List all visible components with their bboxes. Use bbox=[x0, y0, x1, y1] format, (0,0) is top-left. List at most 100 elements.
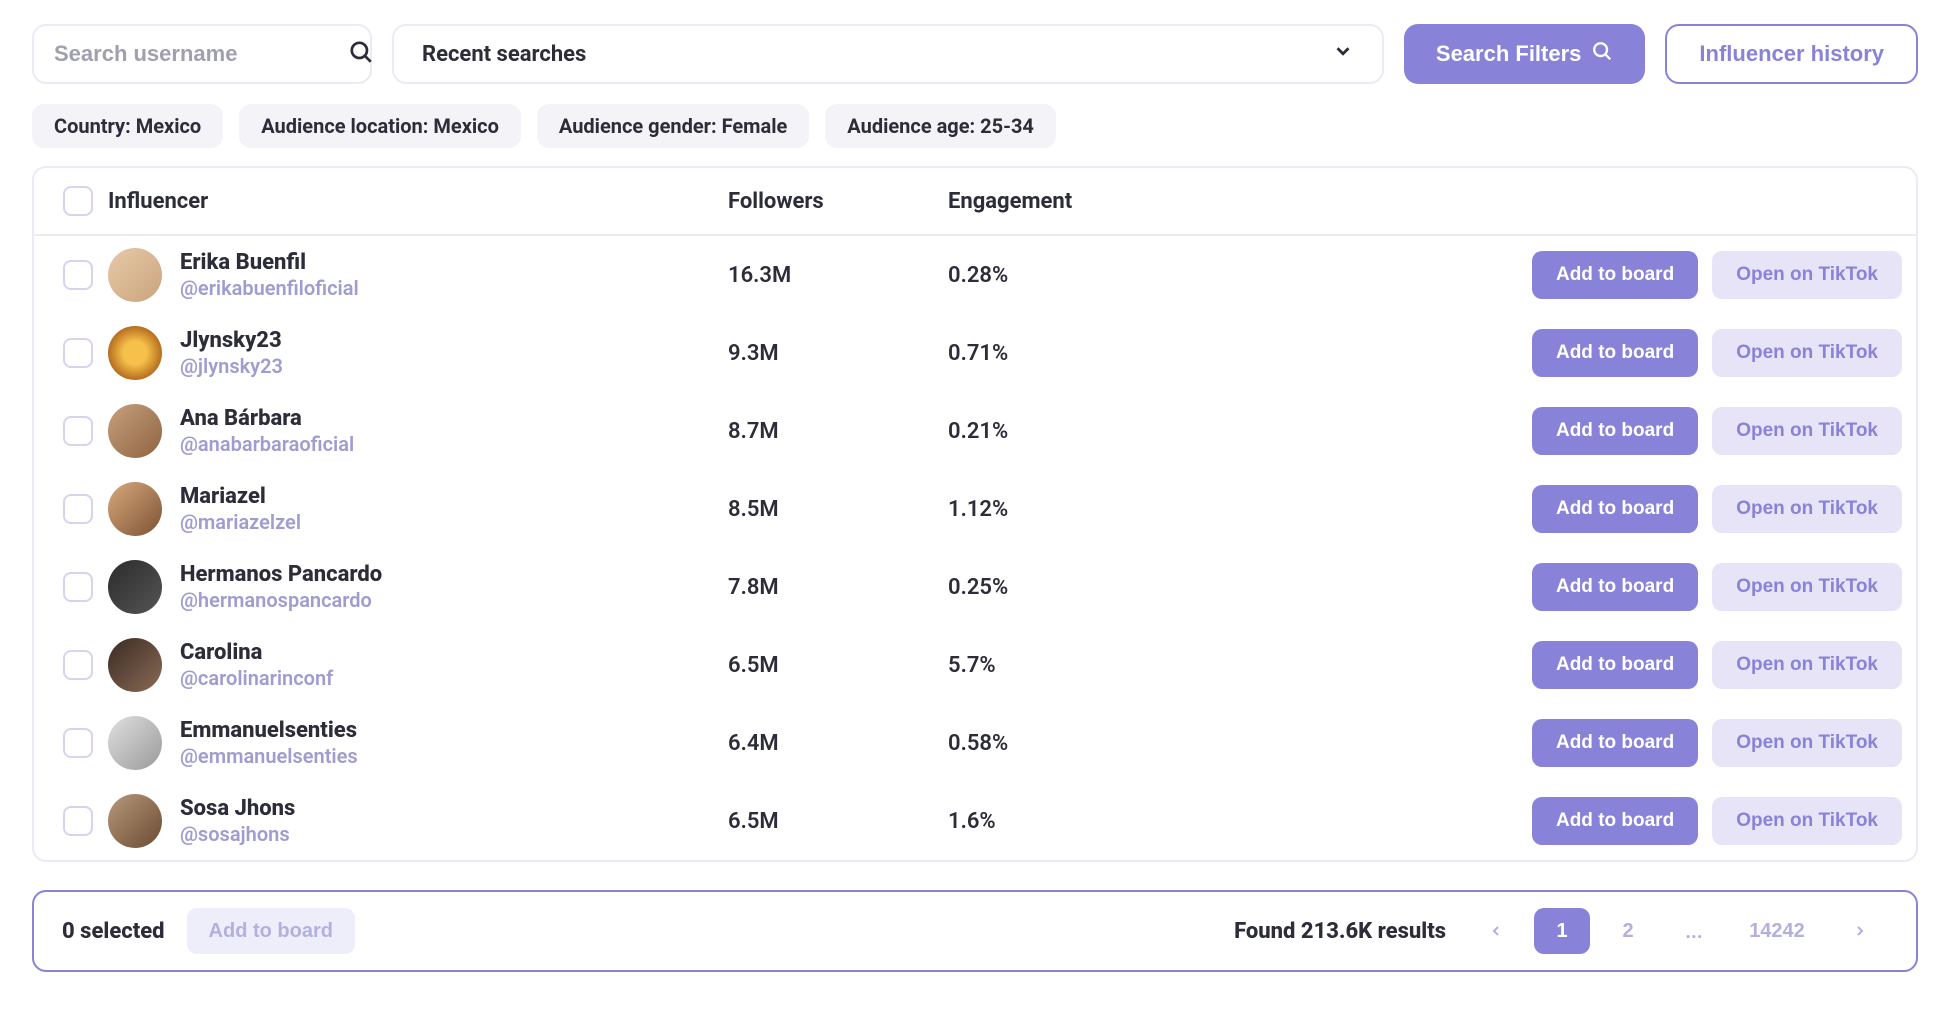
followers-value: 8.5M bbox=[728, 497, 948, 522]
add-to-board-button[interactable]: Add to board bbox=[1532, 797, 1698, 845]
avatar bbox=[108, 560, 162, 614]
open-on-tiktok-button[interactable]: Open on TikTok bbox=[1712, 563, 1902, 611]
open-on-tiktok-button[interactable]: Open on TikTok bbox=[1712, 797, 1902, 845]
influencer-name: Jlynsky23 bbox=[180, 328, 283, 354]
avatar bbox=[108, 482, 162, 536]
pager-page-2[interactable]: 2 bbox=[1600, 908, 1656, 954]
followers-value: 6.5M bbox=[728, 653, 948, 678]
engagement-value: 0.21% bbox=[948, 419, 1248, 444]
row-checkbox[interactable] bbox=[63, 650, 93, 680]
open-on-tiktok-button[interactable]: Open on TikTok bbox=[1712, 407, 1902, 455]
influencer-cell[interactable]: Erika Buenfil@erikabuenfiloficial bbox=[108, 248, 728, 302]
open-on-tiktok-button[interactable]: Open on TikTok bbox=[1712, 719, 1902, 767]
row-checkbox[interactable] bbox=[63, 416, 93, 446]
influencer-cell[interactable]: Mariazel@mariazelzel bbox=[108, 482, 728, 536]
add-to-board-button[interactable]: Add to board bbox=[1532, 251, 1698, 299]
open-on-tiktok-button[interactable]: Open on TikTok bbox=[1712, 485, 1902, 533]
add-to-board-button[interactable]: Add to board bbox=[1532, 407, 1698, 455]
table-row: Carolina@carolinarinconf6.5M5.7%Add to b… bbox=[34, 626, 1916, 704]
table-row: Emmanuelsenties@emmanuelsenties6.4M0.58%… bbox=[34, 704, 1916, 782]
influencer-handle: @erikabuenfiloficial bbox=[180, 276, 359, 300]
influencer-name: Ana Bárbara bbox=[180, 406, 354, 432]
filter-chips: Country: Mexico Audience location: Mexic… bbox=[32, 104, 1918, 148]
add-to-board-button[interactable]: Add to board bbox=[1532, 641, 1698, 689]
followers-value: 8.7M bbox=[728, 419, 948, 444]
influencer-cell[interactable]: Carolina@carolinarinconf bbox=[108, 638, 728, 692]
filter-chip-audience-location[interactable]: Audience location: Mexico bbox=[239, 104, 521, 148]
add-to-board-button[interactable]: Add to board bbox=[1532, 485, 1698, 533]
pagination: 1 2 ... 14242 bbox=[1468, 908, 1888, 954]
col-engagement: Engagement bbox=[948, 189, 1248, 214]
influencer-name: Emmanuelsenties bbox=[180, 718, 358, 744]
influencer-handle: @carolinarinconf bbox=[180, 666, 333, 690]
row-checkbox[interactable] bbox=[63, 260, 93, 290]
engagement-value: 0.71% bbox=[948, 341, 1248, 366]
influencer-cell[interactable]: Emmanuelsenties@emmanuelsenties bbox=[108, 716, 728, 770]
search-filters-label: Search Filters bbox=[1436, 41, 1582, 67]
add-to-board-button[interactable]: Add to board bbox=[1532, 329, 1698, 377]
recent-searches-label: Recent searches bbox=[422, 42, 586, 67]
filter-chip-audience-age[interactable]: Audience age: 25-34 bbox=[825, 104, 1056, 148]
engagement-value: 0.58% bbox=[948, 731, 1248, 756]
engagement-value: 5.7% bbox=[948, 653, 1248, 678]
influencer-handle: @jlynsky23 bbox=[180, 354, 283, 378]
followers-value: 16.3M bbox=[728, 263, 948, 288]
row-checkbox[interactable] bbox=[63, 728, 93, 758]
engagement-value: 0.25% bbox=[948, 575, 1248, 600]
add-to-board-button[interactable]: Add to board bbox=[1532, 563, 1698, 611]
table-header: Influencer Followers Engagement bbox=[34, 168, 1916, 236]
followers-value: 6.4M bbox=[728, 731, 948, 756]
influencer-cell[interactable]: Hermanos Pancardo@hermanospancardo bbox=[108, 560, 728, 614]
pager-next[interactable] bbox=[1832, 908, 1888, 954]
influencer-cell[interactable]: Ana Bárbara@anabarbaraoficial bbox=[108, 404, 728, 458]
influencer-handle: @mariazelzel bbox=[180, 510, 301, 534]
influencer-name: Sosa Jhons bbox=[180, 796, 295, 822]
table-row: Sosa Jhons@sosajhons6.5M1.6% Add to board… bbox=[34, 782, 1916, 860]
followers-value: 7.8M bbox=[728, 575, 948, 600]
pager-ellipsis: ... bbox=[1666, 908, 1722, 954]
influencer-history-button[interactable]: Influencer history bbox=[1665, 24, 1918, 84]
recent-searches-dropdown[interactable]: Recent searches bbox=[392, 24, 1384, 84]
influencer-handle: @hermanospancardo bbox=[180, 588, 382, 612]
filter-chip-audience-gender[interactable]: Audience gender: Female bbox=[537, 104, 809, 148]
search-username-field[interactable] bbox=[32, 24, 372, 84]
influencer-cell[interactable]: Jlynsky23@jlynsky23 bbox=[108, 326, 728, 380]
avatar bbox=[108, 326, 162, 380]
filter-chip-country[interactable]: Country: Mexico bbox=[32, 104, 223, 148]
pager-page-last[interactable]: 14242 bbox=[1732, 908, 1822, 954]
row-checkbox[interactable] bbox=[63, 572, 93, 602]
followers-value: 6.5M bbox=[728, 809, 948, 834]
results-table: Influencer Followers Engagement Erika Bu… bbox=[32, 166, 1918, 862]
engagement-value: 0.28% bbox=[948, 263, 1248, 288]
open-on-tiktok-button[interactable]: Open on TikTok bbox=[1712, 641, 1902, 689]
engagement-value: 1.6% bbox=[948, 809, 1248, 834]
pager-page-1[interactable]: 1 bbox=[1534, 908, 1590, 954]
col-influencer: Influencer bbox=[108, 189, 728, 214]
influencer-name: Carolina bbox=[180, 640, 333, 666]
influencer-name: Hermanos Pancardo bbox=[180, 562, 382, 588]
influencer-cell[interactable]: Sosa Jhons@sosajhons bbox=[108, 794, 728, 848]
table-row: Hermanos Pancardo@hermanospancardo7.8M0.… bbox=[34, 548, 1916, 626]
search-filters-button[interactable]: Search Filters bbox=[1404, 24, 1646, 84]
table-row: Ana Bárbara@anabarbaraoficial8.7M0.21%Ad… bbox=[34, 392, 1916, 470]
row-checkbox[interactable] bbox=[63, 494, 93, 524]
selected-count: 0 selected bbox=[62, 919, 165, 944]
row-checkbox[interactable] bbox=[63, 806, 93, 836]
search-username-input[interactable] bbox=[54, 41, 348, 67]
influencer-handle: @emmanuelsenties bbox=[180, 744, 358, 768]
influencer-handle: @anabarbaraoficial bbox=[180, 432, 354, 456]
results-count: Found 213.6K results bbox=[1234, 919, 1446, 944]
table-row: Erika Buenfil@erikabuenfiloficial16.3M0.… bbox=[34, 236, 1916, 314]
open-on-tiktok-button[interactable]: Open on TikTok bbox=[1712, 251, 1902, 299]
row-checkbox[interactable] bbox=[63, 338, 93, 368]
footer-add-to-board-button[interactable]: Add to board bbox=[187, 908, 355, 954]
avatar bbox=[108, 638, 162, 692]
table-row: Jlynsky23@jlynsky239.3M0.71%Add to board… bbox=[34, 314, 1916, 392]
open-on-tiktok-button[interactable]: Open on TikTok bbox=[1712, 329, 1902, 377]
influencer-name: Mariazel bbox=[180, 484, 301, 510]
footer-bar: 0 selected Add to board Found 213.6K res… bbox=[32, 890, 1918, 972]
add-to-board-button[interactable]: Add to board bbox=[1532, 719, 1698, 767]
select-all-checkbox[interactable] bbox=[63, 186, 93, 216]
pager-prev[interactable] bbox=[1468, 908, 1524, 954]
followers-value: 9.3M bbox=[728, 341, 948, 366]
